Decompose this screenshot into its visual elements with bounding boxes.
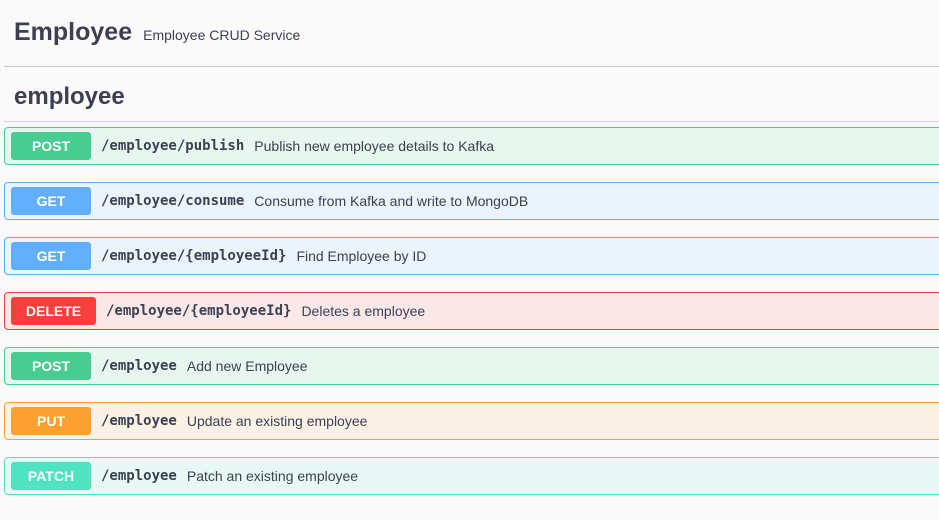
operation-summary: Patch an existing employee — [186, 468, 359, 484]
operation-get-employee-by-id[interactable]: GET /employee/{employeeId} Find Employee… — [4, 237, 939, 275]
operation-path: /employee/consume — [101, 193, 245, 209]
api-title: Employee — [14, 18, 133, 46]
operation-summary: Consume from Kafka and write to MongoDB — [254, 193, 529, 209]
header-divider — [4, 66, 939, 67]
operation-get-employee-consume[interactable]: GET /employee/consume Consume from Kafka… — [4, 182, 939, 220]
api-description: Employee CRUD Service — [143, 27, 301, 43]
method-badge-post: POST — [11, 132, 91, 160]
operation-summary: Update an existing employee — [186, 413, 368, 429]
method-badge-delete: DELETE — [11, 297, 96, 325]
operation-path: /employee — [101, 468, 177, 484]
operation-summary: Add new Employee — [186, 358, 308, 374]
method-badge-get: GET — [11, 242, 91, 270]
operation-summary: Find Employee by ID — [296, 248, 427, 264]
tag-section-title[interactable]: employee — [14, 83, 125, 111]
operation-path: /employee — [101, 413, 177, 429]
operation-post-employee[interactable]: POST /employee Add new Employee — [4, 347, 939, 385]
method-badge-patch: PATCH — [11, 462, 91, 490]
operation-delete-employee-by-id[interactable]: DELETE /employee/{employeeId} Deletes a … — [4, 292, 939, 330]
section-divider — [4, 121, 939, 122]
operation-summary: Deletes a employee — [301, 303, 426, 319]
method-badge-put: PUT — [11, 407, 91, 435]
method-badge-get: GET — [11, 187, 91, 215]
operation-put-employee[interactable]: PUT /employee Update an existing employe… — [4, 402, 939, 440]
operation-path: /employee/publish — [101, 138, 245, 154]
operation-path: /employee/{employeeId} — [101, 248, 287, 264]
method-badge-post: POST — [11, 352, 91, 380]
api-info-header: Employee Employee CRUD Service — [14, 18, 300, 47]
operation-patch-employee[interactable]: PATCH /employee Patch an existing employ… — [4, 457, 939, 495]
operation-post-employee-publish[interactable]: POST /employee/publish Publish new emplo… — [4, 127, 939, 165]
operation-summary: Publish new employee details to Kafka — [254, 138, 494, 154]
operation-path: /employee — [101, 358, 177, 374]
operation-path: /employee/{employeeId} — [106, 303, 292, 319]
